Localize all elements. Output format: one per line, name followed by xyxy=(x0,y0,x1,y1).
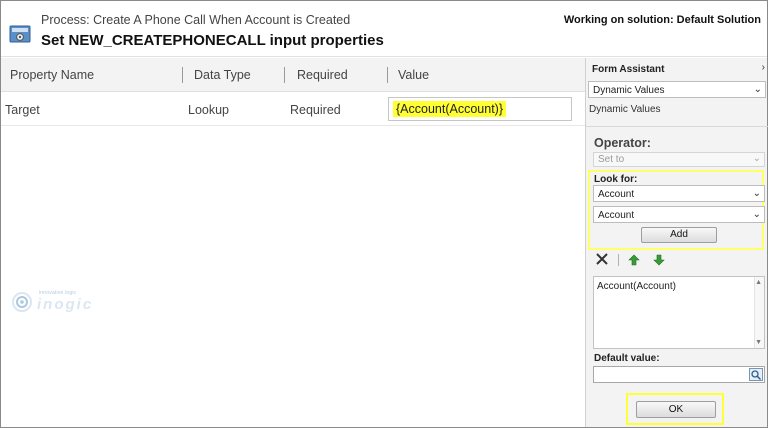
move-down-icon[interactable] xyxy=(653,254,665,266)
scrollbar[interactable]: ▲ ▼ xyxy=(754,277,764,348)
delete-icon[interactable] xyxy=(594,251,610,267)
look-for-entity-select[interactable]: Account ⌄ xyxy=(593,185,765,202)
chevron-down-icon: ⌄ xyxy=(752,188,761,199)
dialog-header: Process: Create A Phone Call When Accoun… xyxy=(1,1,767,57)
watermark-logo: innovative logic inogic xyxy=(11,290,111,314)
properties-grid: Property Name Data Type Required Value T… xyxy=(1,58,585,427)
lookup-icon[interactable] xyxy=(749,368,763,381)
column-header-value[interactable]: Value xyxy=(398,68,429,82)
move-up-icon[interactable] xyxy=(628,254,640,266)
column-separator xyxy=(284,67,285,83)
grid-header: Property Name Data Type Required Value xyxy=(1,58,585,92)
scroll-up-icon[interactable]: ▲ xyxy=(755,279,762,286)
watermark-brand: inogic xyxy=(37,296,94,313)
column-header-property-name[interactable]: Property Name xyxy=(10,68,94,82)
operator-select[interactable]: Set to ⌄ xyxy=(593,152,765,167)
cell-property-name: Target xyxy=(5,103,40,117)
mode-select[interactable]: Dynamic Values ⌄ xyxy=(588,81,766,98)
mode-select-value: Dynamic Values xyxy=(593,85,665,96)
ok-button[interactable]: OK xyxy=(636,401,716,418)
cell-required: Required xyxy=(290,103,341,117)
scroll-down-icon[interactable]: ▼ xyxy=(755,339,762,346)
value-token: {Account(Account)} xyxy=(393,101,507,117)
toolbar-separator xyxy=(618,254,619,266)
cell-data-type: Lookup xyxy=(188,103,230,117)
chevron-right-icon[interactable]: › xyxy=(762,62,765,73)
table-row[interactable]: Target Lookup Required {Account(Account)… xyxy=(1,92,585,126)
process-line: Process: Create A Phone Call When Accoun… xyxy=(41,13,351,27)
selected-values-list[interactable]: Account(Account) ▲ ▼ xyxy=(593,276,765,349)
solution-label: Working on solution: Default Solution xyxy=(563,14,761,26)
look-for-label: Look for: xyxy=(594,174,638,185)
column-separator xyxy=(182,67,183,83)
look-for-field-value: Account xyxy=(598,210,635,221)
operator-label: Operator: xyxy=(594,136,651,150)
ok-button-label: OK xyxy=(668,404,684,415)
panel-subheading: Dynamic Values xyxy=(589,104,661,115)
add-button[interactable]: Add xyxy=(641,227,717,243)
column-header-required[interactable]: Required xyxy=(297,68,348,82)
value-input[interactable]: {Account(Account)} xyxy=(388,97,572,121)
add-button-label: Add xyxy=(670,229,688,240)
selected-value-item[interactable]: Account(Account) xyxy=(597,281,676,292)
panel-divider xyxy=(586,126,768,127)
column-separator xyxy=(387,67,388,83)
operator-select-value: Set to xyxy=(598,154,625,165)
look-for-entity-value: Account xyxy=(598,189,635,200)
panel-title: Form Assistant xyxy=(592,64,665,75)
logo-icon xyxy=(12,292,32,312)
default-value-input[interactable] xyxy=(593,366,765,383)
default-value-label: Default value: xyxy=(594,353,660,364)
chevron-down-icon: ⌄ xyxy=(753,84,762,95)
chevron-down-icon: ⌄ xyxy=(752,153,761,164)
form-assistant-panel: Form Assistant › Dynamic Values ⌄ Dynami… xyxy=(585,58,768,427)
window-frame: Process: Create A Phone Call When Accoun… xyxy=(0,0,768,428)
look-for-field-select[interactable]: Account ⌄ xyxy=(593,206,765,223)
process-icon xyxy=(9,23,33,45)
chevron-down-icon: ⌄ xyxy=(752,209,761,220)
column-header-data-type[interactable]: Data Type xyxy=(194,68,251,82)
page-title: Set NEW_CREATEPHONECALL input properties xyxy=(41,32,384,49)
